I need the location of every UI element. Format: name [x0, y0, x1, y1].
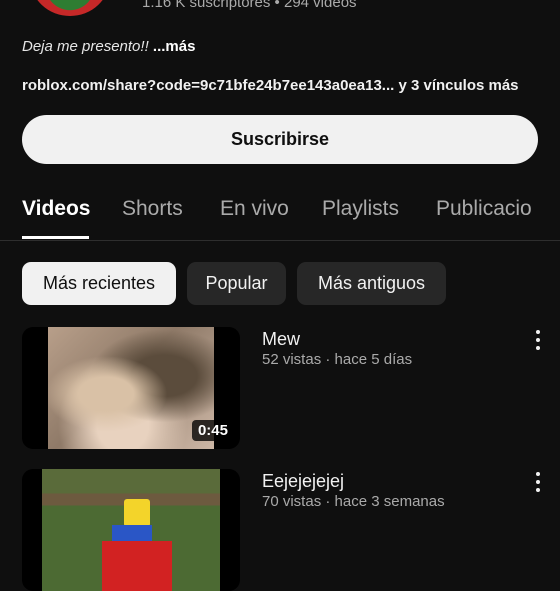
- tab-live[interactable]: En vivo: [220, 197, 289, 221]
- thumbnail-image: [42, 469, 220, 591]
- video-thumbnail[interactable]: [22, 469, 240, 591]
- tab-shorts[interactable]: Shorts: [122, 197, 183, 221]
- filter-chip-popular[interactable]: Popular: [187, 262, 286, 305]
- channel-tabs: Videos Shorts En vivo Playlists Publicac…: [0, 190, 560, 241]
- description-more-link[interactable]: ...más: [153, 38, 196, 55]
- video-title[interactable]: Eejejejejej: [262, 471, 344, 492]
- tab-playlists[interactable]: Playlists: [322, 197, 399, 221]
- channel-description[interactable]: Deja me presento!! ...más: [22, 38, 195, 55]
- filter-chip-recent[interactable]: Más recientes: [22, 262, 176, 305]
- subscribe-button[interactable]: Suscribirse: [22, 115, 538, 164]
- channel-links[interactable]: roblox.com/share?code=9c71bfe24b7ee143a0…: [22, 77, 519, 94]
- more-options-icon[interactable]: [528, 470, 548, 494]
- filter-chip-oldest[interactable]: Más antiguos: [297, 262, 446, 305]
- video-thumbnail[interactable]: 0:45: [22, 327, 240, 449]
- thumbnail-image: [48, 327, 214, 449]
- more-options-icon[interactable]: [528, 328, 548, 352]
- active-tab-indicator: [22, 236, 89, 239]
- video-duration: 0:45: [191, 420, 234, 441]
- channel-stats: 1.16 K suscriptores • 294 videos: [142, 0, 357, 11]
- video-title[interactable]: Mew: [262, 329, 300, 350]
- video-meta: 52 vistas · hace 5 días: [262, 351, 413, 368]
- description-intro: Deja me presento!!: [22, 38, 153, 55]
- channel-avatar[interactable]: [30, 0, 110, 16]
- tab-videos[interactable]: Videos: [22, 197, 90, 221]
- video-meta: 70 vistas · hace 3 semanas: [262, 493, 445, 510]
- tab-posts[interactable]: Publicacio: [436, 197, 532, 221]
